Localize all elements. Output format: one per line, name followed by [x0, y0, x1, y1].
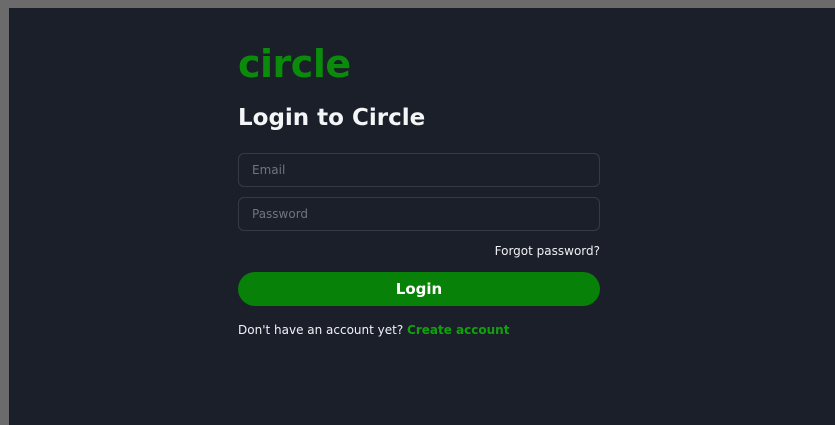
app-window: circle Login to Circle Forgot password? … — [9, 8, 835, 425]
password-field[interactable] — [238, 197, 600, 231]
circle-logo: circle — [238, 42, 351, 86]
login-button[interactable]: Login — [238, 272, 600, 306]
signup-prompt-text: Don't have an account yet? — [238, 323, 404, 337]
forgot-password-link[interactable]: Forgot password? — [495, 244, 600, 258]
email-field[interactable] — [238, 153, 600, 187]
signup-prompt: Don't have an account yet? Create accoun… — [238, 323, 509, 337]
create-account-link[interactable]: Create account — [407, 323, 509, 337]
page-title: Login to Circle — [238, 105, 426, 131]
